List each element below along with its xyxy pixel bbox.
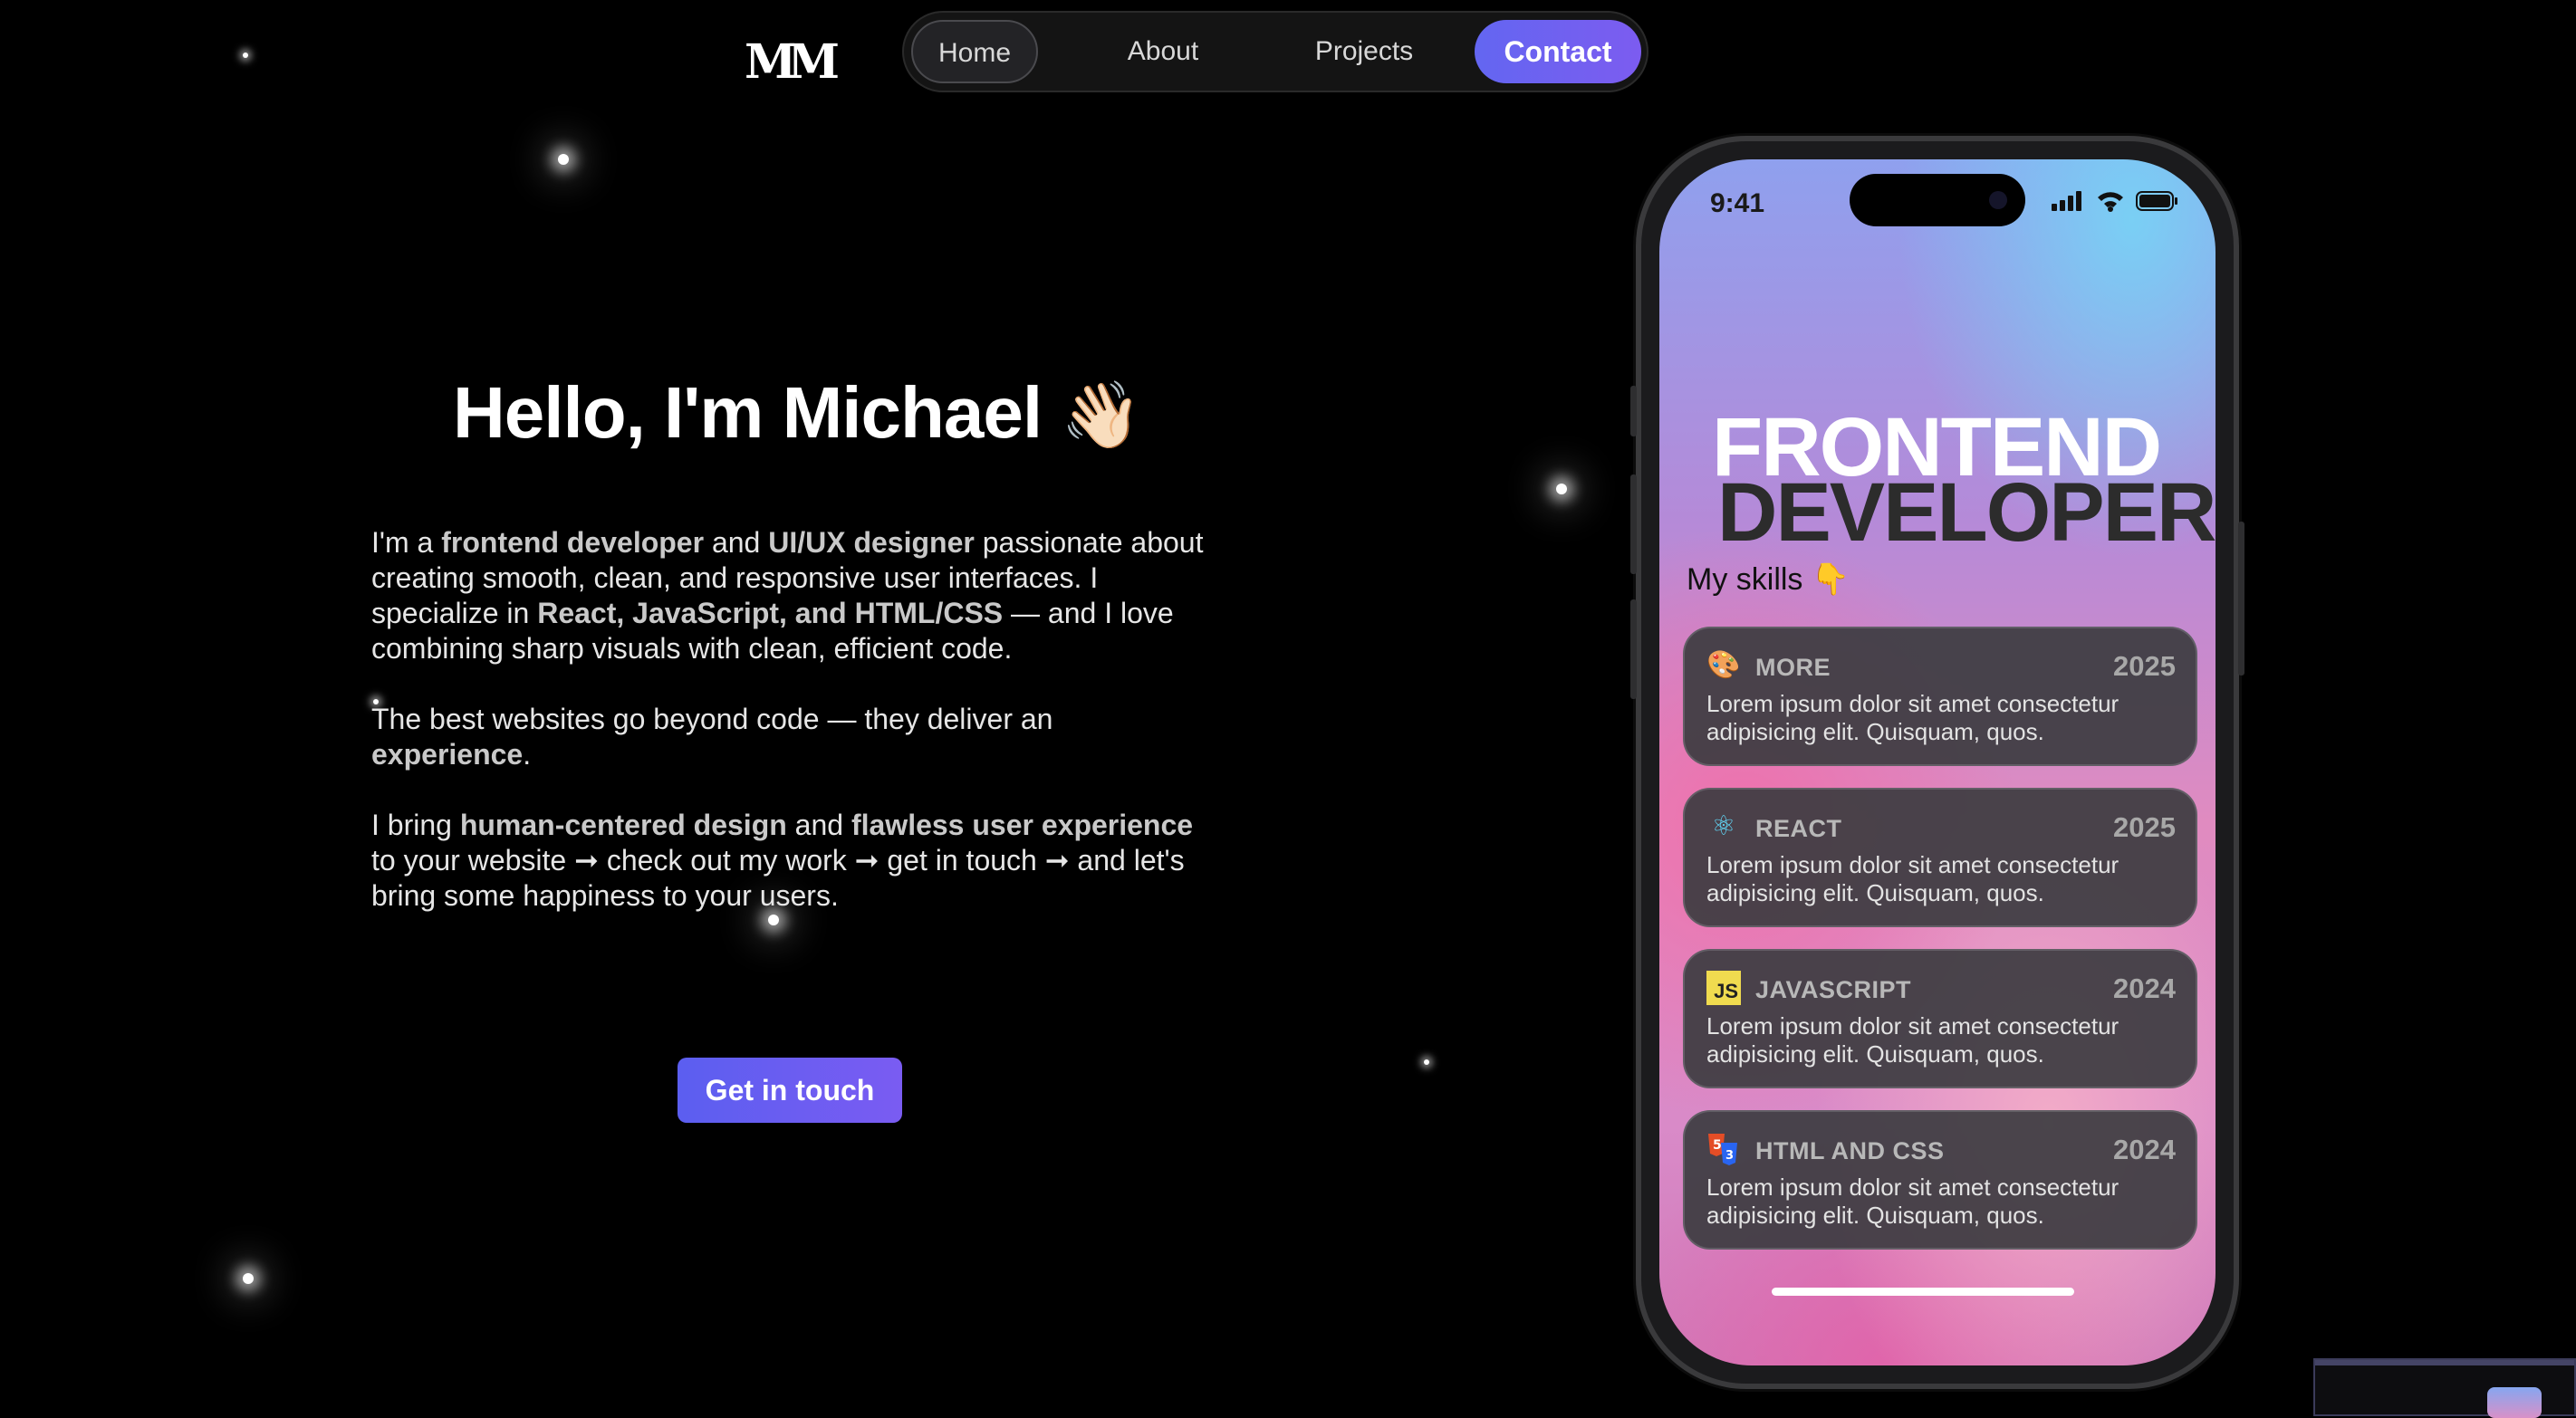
emphasis-text: experience: [371, 738, 524, 771]
skill-description: Lorem ipsum dolor sit amet consectetur a…: [1706, 690, 2119, 745]
star-decoration: [1556, 484, 1567, 494]
phone-side-button: [1630, 599, 1637, 699]
star-decoration: [243, 53, 248, 58]
nav-projects[interactable]: Projects: [1292, 20, 1437, 83]
emphasis-text: React, JavaScript, and HTML/CSS: [537, 597, 1004, 629]
skill-description: Lorem ipsum dolor sit amet consectetur a…: [1706, 1174, 2119, 1229]
body-text: I'm a: [371, 526, 442, 559]
phone-screen: 9:41 FRONTEND DEVELOPER My skills 👇 🎨 MO…: [1659, 159, 2216, 1365]
nav-about[interactable]: About: [1100, 20, 1226, 83]
body-text: and: [704, 526, 769, 559]
waving-hand-icon: 👋🏻: [1061, 379, 1142, 452]
html5-mark: 5: [1713, 1138, 1722, 1153]
get-in-touch-button[interactable]: Get in touch: [678, 1058, 902, 1123]
skill-card-more[interactable]: 🎨 MORE 2025 Lorem ipsum dolor sit amet c…: [1683, 627, 2197, 766]
home-indicator[interactable]: [1772, 1288, 2074, 1296]
body-text: to your website ➞ check out my work ➞ ge…: [371, 844, 1185, 912]
body-text: and: [786, 809, 851, 841]
javascript-icon: JS: [1706, 971, 1741, 1005]
wifi-icon: [2097, 192, 2123, 212]
emphasis-text: human-centered design: [459, 809, 787, 841]
star-decoration: [558, 154, 569, 165]
skill-year: 2025: [2113, 811, 2176, 843]
dynamic-island: [1850, 174, 2025, 226]
skill-card-html-css[interactable]: 5 3 HTML AND CSS 2024 Lorem ipsum dolor …: [1683, 1110, 2197, 1250]
phone-side-button: [1630, 386, 1637, 436]
logo[interactable]: MM: [745, 34, 840, 90]
emphasis-text: flawless user experience: [851, 809, 1194, 841]
skill-card-react[interactable]: ⚛ REACT 2025 Lorem ipsum dolor sit amet …: [1683, 788, 2197, 927]
star-decoration: [243, 1273, 254, 1284]
battery-icon: [2136, 191, 2177, 211]
nav-home[interactable]: Home: [911, 20, 1038, 83]
svg-text:3: 3: [1725, 1149, 1734, 1163]
emphasis-text: frontend developer: [441, 526, 705, 559]
body-text: The best websites go beyond code — they …: [371, 703, 1053, 735]
phone-mockup: 9:41 FRONTEND DEVELOPER My skills 👇 🎨 MO…: [1630, 136, 2244, 1389]
hero-title-text: Hello, I'm Michael: [453, 372, 1043, 453]
thumbnail-phone: [2487, 1387, 2542, 1418]
experience-paragraph: The best websites go beyond code — they …: [371, 702, 1214, 772]
status-icons: [2044, 190, 2179, 212]
skill-name: MORE: [1755, 654, 1831, 681]
signal-icon: [2052, 191, 2082, 211]
skill-name: HTML AND CSS: [1755, 1137, 1945, 1164]
phone-side-button: [1630, 474, 1637, 574]
main-nav: Home About Projects Contact: [902, 11, 1648, 92]
skill-description: Lorem ipsum dolor sit amet consectetur a…: [1706, 1012, 2119, 1068]
intro-paragraph: I'm a frontend developer and UI/UX desig…: [371, 525, 1214, 666]
skill-year: 2024: [2113, 1134, 2176, 1165]
html-css-icon: 5 3: [1706, 1132, 1741, 1166]
phone-title-developer: DEVELOPER: [1717, 466, 2216, 559]
hero-title: Hello, I'm Michael 👋🏻: [453, 371, 1142, 455]
emphasis-text: UI/UX designer: [768, 526, 975, 559]
preview-thumbnail[interactable]: [2313, 1358, 2576, 1418]
body-text: .: [523, 738, 532, 771]
skill-card-javascript[interactable]: JS JAVASCRIPT 2024 Lorem ipsum dolor sit…: [1683, 949, 2197, 1088]
approach-paragraph: I bring human-centered design and flawle…: [371, 808, 1214, 914]
phone-side-button: [2238, 522, 2244, 675]
body-text: I bring: [371, 809, 460, 841]
thumbnail-toolbar: [2315, 1360, 2574, 1365]
star-decoration: [768, 915, 779, 925]
camera-icon: [1989, 191, 2007, 209]
skills-label: My skills 👇: [1687, 562, 1850, 597]
skill-description: Lorem ipsum dolor sit amet consectetur a…: [1706, 851, 2119, 906]
nav-contact-button[interactable]: Contact: [1475, 20, 1641, 83]
status-time: 9:41: [1710, 188, 1765, 218]
palette-icon: 🎨: [1706, 650, 1741, 680]
react-icon: ⚛: [1711, 811, 1736, 841]
skill-year: 2025: [2113, 650, 2176, 682]
skill-year: 2024: [2113, 972, 2176, 1004]
skill-name: JAVASCRIPT: [1755, 976, 1912, 1003]
star-decoration: [1424, 1059, 1429, 1065]
skill-name: REACT: [1755, 815, 1842, 842]
